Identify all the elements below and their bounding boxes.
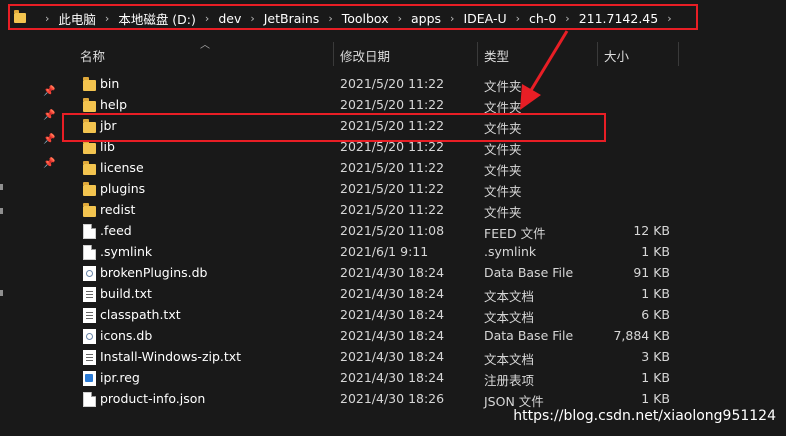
column-name[interactable]: 名称 <box>80 46 105 65</box>
file-row[interactable]: ipr.reg 2021/4/30 18:24 注册表项 1 KB <box>0 368 786 389</box>
file-size: 1 KB <box>641 370 670 385</box>
file-row[interactable]: build.txt 2021/4/30 18:24 文本文档 1 KB <box>0 284 786 305</box>
annotation-highlight-address <box>8 4 698 30</box>
watermark: https://blog.csdn.net/xiaolong951124 <box>513 408 776 424</box>
file-size: 1 KB <box>641 244 670 259</box>
column-size[interactable]: 大小 <box>604 46 629 65</box>
file-date: 2021/5/20 11:22 <box>340 202 445 217</box>
annotation-highlight-jbr <box>62 113 606 142</box>
file-date: 2021/4/30 18:24 <box>340 286 445 301</box>
file-name: license <box>100 160 144 175</box>
file-icon <box>83 224 96 239</box>
file-name: ipr.reg <box>100 370 140 385</box>
file-date: 2021/4/30 18:24 <box>340 265 445 280</box>
folder-icon <box>83 140 96 154</box>
file-type: 文件夹 <box>484 79 522 94</box>
sort-up-icon: ︿ <box>200 40 210 51</box>
column-header: ︿ 名称 修改日期 类型 大小 <box>0 40 786 68</box>
file-date: 2021/4/30 18:24 <box>340 370 445 385</box>
file-type: 文件夹 <box>484 184 522 199</box>
file-type: Data Base File <box>484 328 574 343</box>
file-row[interactable]: .symlink 2021/6/1 9:11 .symlink 1 KB <box>0 242 786 263</box>
file-name: help <box>100 97 128 112</box>
file-row[interactable]: brokenPlugins.db 2021/4/30 18:24 Data Base… <box>0 263 786 284</box>
file-size: 91 KB <box>633 265 670 280</box>
file-date: 2021/4/30 18:24 <box>340 349 445 364</box>
file-name: Install-Windows-zip.txt <box>100 349 242 364</box>
column-divider[interactable] <box>477 42 478 66</box>
file-size: 3 KB <box>641 349 670 364</box>
file-type: 文本文档 <box>484 289 535 304</box>
file-row[interactable]: product-info.json 2021/4/30 18:26 JSON 文件 1… <box>0 389 786 410</box>
file-date: 2021/5/20 11:08 <box>340 223 445 238</box>
text-file-icon <box>83 287 96 302</box>
file-name: bin <box>100 76 120 91</box>
file-row[interactable]: plugins 2021/5/20 11:22 文件夹 <box>0 179 786 200</box>
file-size: 12 KB <box>633 223 670 238</box>
file-type: 文本文档 <box>484 310 535 325</box>
file-size: 6 KB <box>641 307 670 322</box>
file-icon <box>83 245 96 260</box>
database-file-icon <box>83 266 96 281</box>
file-date: 2021/6/1 9:11 <box>340 244 429 259</box>
file-type: 文件夹 <box>484 205 522 220</box>
text-file-icon <box>83 308 96 323</box>
file-date: 2021/5/20 11:22 <box>340 181 445 196</box>
column-date[interactable]: 修改日期 <box>340 46 390 65</box>
database-file-icon <box>83 329 96 344</box>
file-row[interactable]: redist 2021/5/20 11:22 文件夹 <box>0 200 786 221</box>
file-date: 2021/5/20 11:22 <box>340 76 445 91</box>
file-size: 7,884 KB <box>613 328 670 343</box>
column-divider[interactable] <box>333 42 334 66</box>
file-date: 2021/5/20 11:22 <box>340 97 445 112</box>
file-row[interactable]: .feed 2021/5/20 11:08 FEED 文件 12 KB <box>0 221 786 242</box>
column-divider[interactable] <box>597 42 598 66</box>
registry-file-icon <box>83 371 96 386</box>
column-divider[interactable] <box>678 42 679 66</box>
file-name: build.txt <box>100 286 152 301</box>
file-date: 2021/4/30 18:24 <box>340 328 445 343</box>
file-date: 2021/5/20 11:22 <box>340 160 445 175</box>
text-file-icon <box>83 350 96 365</box>
file-icon <box>83 392 96 407</box>
column-type[interactable]: 类型 <box>484 46 509 65</box>
file-row[interactable]: license 2021/5/20 11:22 文件夹 <box>0 158 786 179</box>
file-row[interactable]: Install-Windows-zip.txt 2021/4/30 18:24 文本… <box>0 347 786 368</box>
file-type: Data Base File <box>484 265 574 280</box>
folder-icon <box>83 182 96 196</box>
file-size: 1 KB <box>641 286 670 301</box>
folder-icon <box>83 98 96 112</box>
file-name: plugins <box>100 181 146 196</box>
file-type: .symlink <box>484 244 537 259</box>
file-name: icons.db <box>100 328 153 343</box>
file-name: classpath.txt <box>100 307 181 322</box>
file-row[interactable]: bin 2021/5/20 11:22 文件夹 <box>0 74 786 95</box>
folder-icon <box>83 161 96 175</box>
file-size: 1 KB <box>641 391 670 406</box>
address-bar[interactable]: › 此电脑 › 本地磁盘 (D:) › dev › JetBrains › To… <box>0 0 786 36</box>
file-name: redist <box>100 202 136 217</box>
file-date: 2021/4/30 18:24 <box>340 307 445 322</box>
file-row[interactable]: classpath.txt 2021/4/30 18:24 文本文档 6 KB <box>0 305 786 326</box>
file-type: 文件夹 <box>484 163 522 178</box>
file-date: 2021/4/30 18:26 <box>340 391 445 406</box>
file-name: .symlink <box>100 244 153 259</box>
folder-icon <box>83 203 96 217</box>
file-type: FEED 文件 <box>484 226 546 241</box>
file-name: product-info.json <box>100 391 206 406</box>
file-row[interactable]: icons.db 2021/4/30 18:24 Data Base File 7,8… <box>0 326 786 347</box>
file-type: 文本文档 <box>484 352 535 367</box>
folder-icon <box>83 77 96 91</box>
file-type: 注册表项 <box>484 373 535 388</box>
file-name: .feed <box>100 223 132 238</box>
file-name: brokenPlugins.db <box>100 265 208 280</box>
